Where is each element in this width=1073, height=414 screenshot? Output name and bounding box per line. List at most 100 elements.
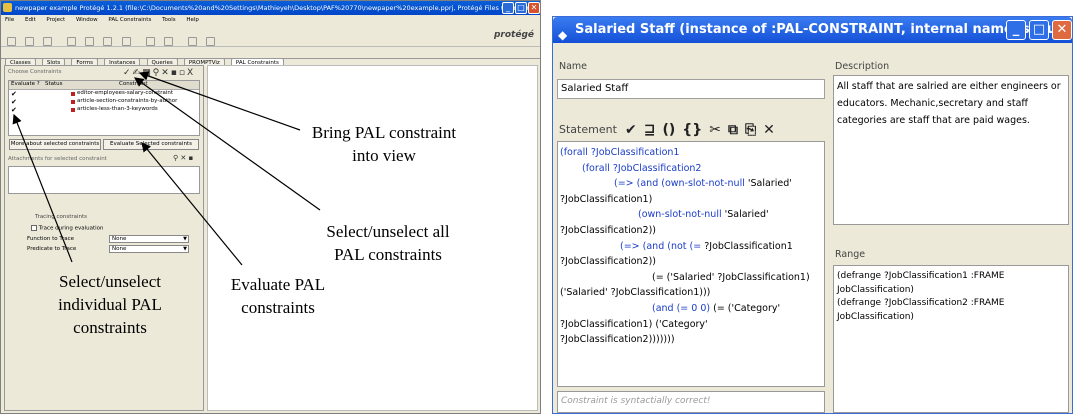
statement-line: ?JobClassification1) xyxy=(560,192,822,208)
attachments-list[interactable] xyxy=(8,166,200,194)
col-constraint[interactable]: Constraint xyxy=(119,81,148,87)
menu-file[interactable]: File xyxy=(5,17,14,23)
brackets-icon[interactable]: {} xyxy=(682,122,702,138)
find-icon[interactable] xyxy=(187,37,197,46)
constraints-table: Evaluate ? Status Constraint ✔ editor-em… xyxy=(8,80,200,136)
statement-keyword: (forall ?JobClassification2 xyxy=(582,162,702,174)
description-field[interactable]: All staff that are salried are either en… xyxy=(833,75,1069,225)
range-field[interactable]: (defrange ?JobClassification1 :FRAME JobC… xyxy=(833,265,1069,413)
name-field[interactable]: Salaried Staff xyxy=(557,79,825,99)
view-constraint-icon[interactable]: ▦ xyxy=(142,68,153,78)
statement-editor[interactable]: (forall ?JobClassification1 (forall ?JobC… xyxy=(557,141,825,387)
range-line: JobClassification) xyxy=(837,284,914,295)
evaluate-checkbox[interactable]: ✔ xyxy=(11,106,17,114)
add-attachment-icon[interactable]: ⚲ xyxy=(173,154,178,162)
statement-text: ?JobClassification1) ('Category' xyxy=(560,318,708,330)
menu-project[interactable]: Project xyxy=(46,17,65,23)
save-project-icon[interactable] xyxy=(43,37,53,46)
statement-line: (own-slot-not-null 'Salaried' xyxy=(560,207,822,223)
function-select-value: None xyxy=(112,236,127,242)
evaluate-checkbox[interactable]: ✔ xyxy=(11,98,17,106)
statement-keyword: (=> (and (not (= xyxy=(620,240,705,252)
statement-text: 'Salaried' xyxy=(747,178,792,190)
constraint-icon xyxy=(71,108,75,112)
pencil-check-icon[interactable]: ✍ xyxy=(133,68,143,78)
statement-text: ?JobClassification1 xyxy=(704,240,793,252)
minimize-button[interactable]: _ xyxy=(502,2,514,14)
check-syntax-icon[interactable]: ✔ xyxy=(625,122,637,138)
instance-minimize-button[interactable]: _ xyxy=(1006,20,1026,40)
more-about-button[interactable]: More about selected constraints xyxy=(9,139,101,150)
annotation-select-individual: Select/unselect individual PAL constrain… xyxy=(58,272,162,337)
cut-icon[interactable]: ✂ xyxy=(709,122,721,138)
constraint-icon xyxy=(71,92,75,96)
statement-line: (= ('Salaried' ?JobClassification1) xyxy=(560,270,822,286)
menu-edit[interactable]: Edit xyxy=(25,17,36,23)
menu-help[interactable]: Help xyxy=(186,17,199,23)
description-label: Description xyxy=(835,61,890,72)
range-label: Range xyxy=(835,249,866,260)
menu-tools[interactable]: Tools xyxy=(162,17,176,23)
delete-icon[interactable] xyxy=(121,37,131,46)
statement-line: ?JobClassification2))))))) xyxy=(560,332,822,348)
instance-close-button[interactable]: ✕ xyxy=(1052,20,1072,40)
protege-logo: protégé xyxy=(493,30,534,40)
statement-line: ?JobClassification2)) xyxy=(560,223,822,239)
maximize-button[interactable]: □ xyxy=(515,2,527,14)
instance-title-bar: ◆ Salaried Staff (instance of :PAL-CONST… xyxy=(553,17,1072,43)
predicate-to-trace-label: Predicate to Trace xyxy=(27,246,77,252)
delete-constraint-icon[interactable]: ✕ xyxy=(161,68,171,78)
instance-maximize-button[interactable]: □ xyxy=(1029,20,1049,40)
menu-pal-constraints[interactable]: PAL Constraints xyxy=(108,17,151,23)
function-to-trace-select[interactable]: None ▼ xyxy=(109,235,189,243)
check-all-icon[interactable]: ✓ xyxy=(123,68,133,78)
close-list-icon[interactable]: X xyxy=(187,68,195,78)
col-evaluate[interactable]: Evaluate ? xyxy=(11,81,40,87)
pal-constraints-panel: Choose Constraints ✓✍▦⚲✕▪▫X Evaluate ? S… xyxy=(4,65,204,411)
paste-icon[interactable] xyxy=(103,37,113,46)
collapse-icon[interactable]: ▫ xyxy=(179,68,187,78)
table-row[interactable]: ✔ articles-less-than-3-keywords xyxy=(9,106,199,114)
paste-icon[interactable]: ⎘ xyxy=(745,122,756,138)
figure-stage: newpaper example Protégé 1.2.1 (file:\C:… xyxy=(0,0,1073,414)
trace-checkbox[interactable] xyxy=(31,225,37,231)
title-bar: newpaper example Protégé 1.2.1 (file:\C:… xyxy=(1,1,540,15)
cut-icon[interactable] xyxy=(67,37,77,46)
parentheses-icon[interactable]: () xyxy=(662,122,675,138)
statement-toolbar: ✔ ⊒ () {} ✂ ⧉ ⎘ ✕ xyxy=(625,119,782,138)
new-project-icon[interactable] xyxy=(7,37,16,46)
statement-keyword: (=> (and (own-slot-not-null xyxy=(614,178,748,190)
help-icon[interactable] xyxy=(205,37,215,46)
table-row[interactable]: ✔ article-section-constraints-by-author xyxy=(9,98,199,106)
predicate-to-trace-select[interactable]: None ▼ xyxy=(109,245,189,253)
protege-main-window: newpaper example Protégé 1.2.1 (file:\C:… xyxy=(0,0,541,414)
statement-line: ?JobClassification2)) xyxy=(560,254,822,270)
undo-icon[interactable] xyxy=(145,37,155,46)
statement-keyword: (forall ?JobClassification1 xyxy=(560,147,680,158)
view-attachment-icon[interactable]: ▪ xyxy=(188,154,193,162)
statement-line: ('Salaried' ?JobClassification1))) xyxy=(560,285,822,301)
statement-text: (= ('Salaried' ?JobClassification1) xyxy=(652,271,810,283)
redo-icon[interactable] xyxy=(163,37,173,46)
evaluate-checkbox[interactable]: ✔ xyxy=(11,90,17,98)
expand-icon[interactable]: ▪ xyxy=(171,68,179,78)
annotation-evaluate: Evaluate PAL constraints xyxy=(230,275,326,317)
search-icon[interactable]: ⚲ xyxy=(153,68,162,78)
remove-attachment-icon[interactable]: ✕ xyxy=(180,154,186,162)
evaluate-selected-button[interactable]: Evaluate Selected constraints xyxy=(103,139,199,150)
statement-keyword: (own-slot-not-null xyxy=(638,209,725,221)
range-line: (defrange ?JobClassification2 :FRAME xyxy=(837,298,1005,308)
clear-icon[interactable]: ✕ xyxy=(763,122,775,138)
close-button[interactable]: ✕ xyxy=(528,2,540,14)
syntax-status: Constraint is syntactially correct! xyxy=(557,391,825,413)
statement-line: (forall ?JobClassification2 xyxy=(560,161,822,177)
menu-window[interactable]: Window xyxy=(76,17,98,23)
copy-icon[interactable] xyxy=(85,37,95,46)
constraint-name: article-section-constraints-by-author xyxy=(77,98,178,104)
table-row[interactable]: ✔ editor-employees-salary-constraint xyxy=(9,90,199,98)
statement-line: (forall ?JobClassification1 xyxy=(560,145,822,161)
col-status[interactable]: Status xyxy=(45,81,63,87)
insert-icon[interactable]: ⊒ xyxy=(644,122,656,138)
copy-icon[interactable]: ⧉ xyxy=(728,122,738,138)
open-project-icon[interactable] xyxy=(25,37,35,46)
